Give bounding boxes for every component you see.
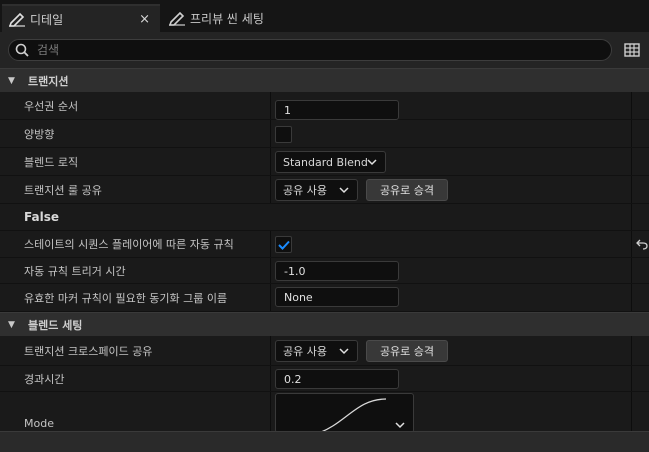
auto-rule-time-input[interactable]: -1.0 <box>275 261 399 281</box>
column-divider <box>270 148 271 175</box>
bidirectional-checkbox[interactable] <box>275 126 292 143</box>
tab-bar: 디테일 × 프리뷰 씬 세팅 <box>0 0 649 32</box>
sync-group-input[interactable]: None <box>275 287 399 307</box>
crossfade-share-dropdown[interactable]: 공유 사용 <box>275 340 358 362</box>
duration-input[interactable]: 0.2 <box>275 369 399 389</box>
blend-logic-value: Standard Blend <box>283 155 368 169</box>
pencil-icon <box>8 11 26 27</box>
search-toolbar <box>0 32 649 68</box>
tab-preview-scene-settings[interactable]: 프리뷰 씬 세팅 <box>162 4 362 32</box>
column-divider <box>270 392 271 431</box>
promote-to-shared-button[interactable]: 공유로 승격 <box>366 340 448 362</box>
blend-logic-dropdown[interactable]: Standard Blend <box>275 151 386 173</box>
duration-label: 경과시간 <box>24 372 65 386</box>
row-sync-group: 유효한 마커 규칙이 필요한 동기화 그룹 이름 None <box>0 284 649 312</box>
crossfade-share-value: 공유 사용 <box>283 345 327 358</box>
column-divider <box>270 92 271 119</box>
row-auto-rule-time: 자동 규칙 트리거 시간 -1.0 <box>0 258 649 284</box>
column-divider <box>631 336 632 365</box>
row-false: False <box>0 204 649 231</box>
column-divider <box>631 284 632 311</box>
auto-rule-checkbox[interactable] <box>275 236 292 253</box>
promote-to-shared-button[interactable]: 공유로 승격 <box>366 179 448 201</box>
blend-logic-label: 블렌드 로직 <box>24 155 79 169</box>
row-blend-logic: 블렌드 로직 Standard Blend <box>0 148 649 176</box>
search-input[interactable] <box>37 43 597 57</box>
column-divider <box>631 366 632 391</box>
priority-input[interactable]: 1 <box>275 100 399 120</box>
search-icon <box>15 43 29 57</box>
row-bidirectional: 양방향 <box>0 120 649 148</box>
crossfade-share-label: 트랜지션 크로스페이드 공유 <box>24 344 153 358</box>
blend-mode-curve-dropdown[interactable] <box>275 393 414 433</box>
column-divider <box>631 392 632 431</box>
row-transition-rule-share: 트랜지션 룰 공유 공유 사용 공유로 승격 <box>0 176 649 204</box>
column-divider <box>270 336 271 365</box>
priority-label: 우선권 순서 <box>24 99 79 113</box>
column-divider <box>270 258 271 283</box>
reset-to-default-icon[interactable] <box>636 238 648 250</box>
tab-details-label: 디테일 <box>30 12 64 27</box>
chevron-down-icon <box>395 420 405 430</box>
column-divider <box>270 284 271 311</box>
pencil-icon <box>168 10 186 26</box>
section-transition-title: 트랜지션 <box>28 74 69 88</box>
auto-rule-label: 스테이트의 시퀀스 플레이어에 따른 자동 규칙 <box>24 238 234 251</box>
chevron-down-icon <box>367 157 377 167</box>
column-divider <box>270 176 271 203</box>
transition-rule-share-label: 트랜지션 룰 공유 <box>24 183 102 197</box>
mode-label: Mode <box>24 417 54 430</box>
column-divider <box>631 148 632 175</box>
false-label: False <box>24 210 59 224</box>
transition-rule-share-dropdown[interactable]: 공유 사용 <box>275 179 358 201</box>
checkmark-icon <box>277 240 290 250</box>
section-transition[interactable]: ▼ 트랜지션 <box>0 68 649 92</box>
row-duration: 경과시간 0.2 <box>0 366 649 392</box>
chevron-down-icon <box>339 185 349 195</box>
search-box[interactable] <box>8 39 612 61</box>
bottom-strip <box>0 431 649 452</box>
sync-group-label: 유효한 마커 규칙이 필요한 동기화 그룹 이름 <box>24 291 228 305</box>
collapse-arrow-icon: ▼ <box>8 319 15 330</box>
column-divider <box>631 120 632 147</box>
column-divider <box>631 258 632 283</box>
column-divider <box>631 231 632 257</box>
row-auto-rule: 스테이트의 시퀀스 플레이어에 따른 자동 규칙 <box>0 231 649 258</box>
row-priority: 우선권 순서 1 <box>0 92 649 120</box>
column-divider <box>270 366 271 391</box>
bidirectional-label: 양방향 <box>24 127 55 141</box>
column-divider <box>631 176 632 203</box>
auto-rule-time-label: 자동 규칙 트리거 시간 <box>24 264 126 278</box>
tab-details[interactable]: 디테일 × <box>2 4 160 32</box>
tab-preview-label: 프리뷰 씬 세팅 <box>190 11 264 26</box>
transition-rule-share-value: 공유 사용 <box>283 184 327 197</box>
property-matrix-icon[interactable] <box>624 43 640 57</box>
column-divider <box>631 92 632 119</box>
close-icon[interactable]: × <box>139 12 150 27</box>
row-crossfade-share: 트랜지션 크로스페이드 공유 공유 사용 공유로 승격 <box>0 336 649 366</box>
column-divider <box>270 231 271 257</box>
column-divider <box>631 204 632 230</box>
collapse-arrow-icon: ▼ <box>8 75 15 86</box>
section-blend-settings[interactable]: ▼ 블렌드 세팅 <box>0 312 649 336</box>
blend-curve-preview <box>319 398 387 432</box>
chevron-down-icon <box>339 346 349 356</box>
column-divider <box>270 120 271 147</box>
section-blend-title: 블렌드 세팅 <box>28 318 83 332</box>
